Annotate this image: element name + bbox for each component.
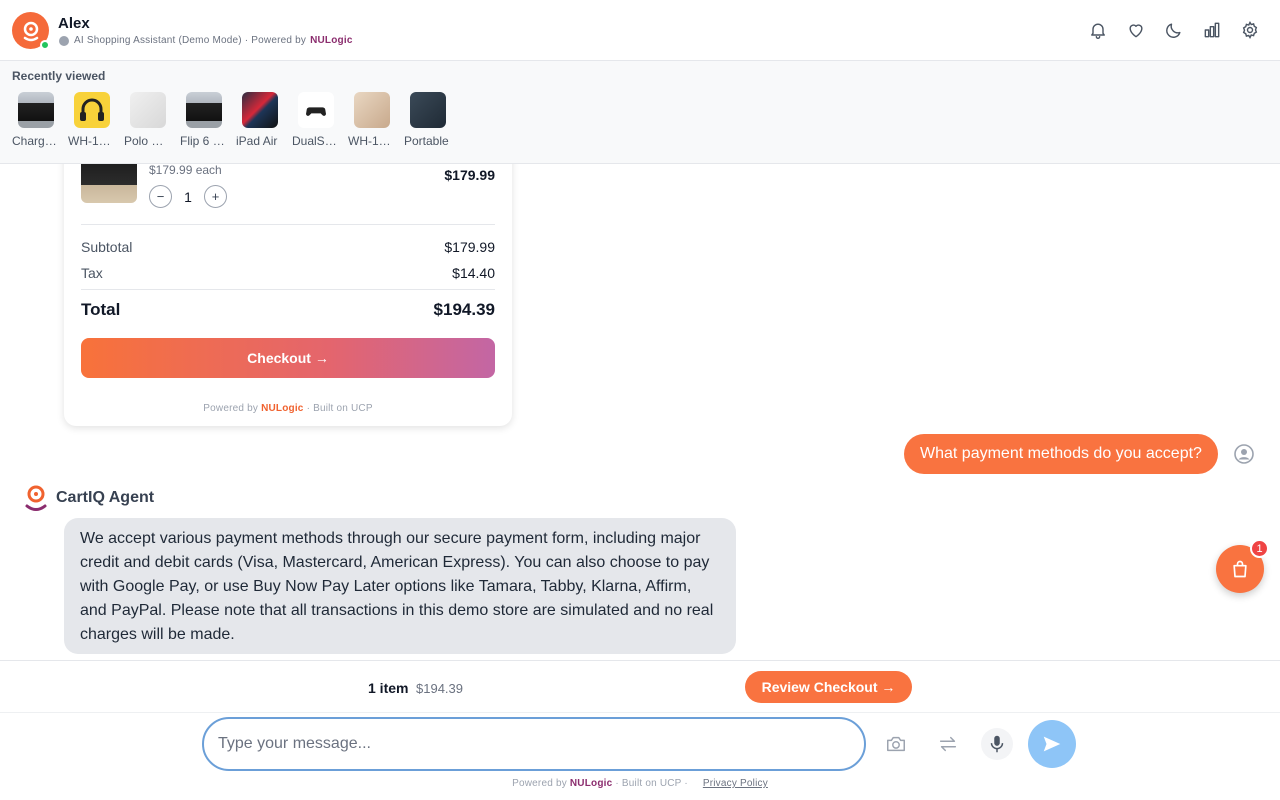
recently-viewed-list: Charge 5 WH-1000XM5 Polo Ralph Flip 6 Sp…	[12, 92, 452, 148]
agent-logo-icon	[25, 485, 47, 511]
microphone-button[interactable]	[981, 728, 1013, 760]
message-input[interactable]	[202, 717, 866, 771]
nulogic-logo-icon	[23, 21, 38, 41]
powered-brand: NULogic	[261, 403, 304, 414]
privacy-policy-link[interactable]: Privacy Policy	[703, 778, 768, 789]
recently-viewed-bar: Recently viewed Charge 5 WH-1000XM5 Polo…	[0, 61, 1280, 164]
recent-item[interactable]: Flip 6 Speaker	[180, 92, 228, 148]
shopping-bag-icon	[1233, 560, 1247, 578]
bar-chart-icon[interactable]	[1202, 20, 1222, 40]
divider	[81, 224, 495, 225]
cart-count-badge: 1	[1250, 539, 1269, 558]
camera-button[interactable]	[880, 728, 912, 760]
recent-item[interactable]: Charge 5	[12, 92, 60, 148]
recent-item-label: iPad Air	[236, 134, 278, 148]
cart-item-count: 1 item	[368, 680, 409, 696]
subtotal-label: Subtotal	[81, 239, 133, 255]
powered-suffix: · Built on UCP	[306, 403, 373, 414]
user-message-bubble: What payment methods do you accept?	[904, 434, 1218, 474]
total-row: Total $194.39	[81, 300, 495, 320]
recent-item-label: DualSense	[292, 134, 340, 148]
tax-label: Tax	[81, 265, 103, 281]
recent-item[interactable]: iPad Air	[236, 92, 284, 148]
product-thumbnail	[130, 92, 166, 128]
increase-quantity-button[interactable]: +	[204, 185, 227, 208]
recent-item-label: Portable	[404, 134, 449, 148]
footer-brand: NULogic	[569, 778, 613, 789]
product-thumbnail	[18, 92, 54, 128]
bell-icon[interactable]	[1088, 20, 1108, 40]
recent-item[interactable]: Polo Ralph	[124, 92, 172, 148]
product-thumbnail	[186, 92, 222, 128]
cart-item-image	[81, 158, 137, 203]
user-avatar-icon	[1234, 444, 1254, 464]
send-button[interactable]	[1028, 720, 1076, 768]
agent-message-bubble: We accept various payment methods throug…	[64, 518, 736, 654]
checkout-button[interactable]: Checkout →	[81, 338, 495, 378]
subtotal-row: Subtotal $179.99	[81, 239, 495, 255]
recent-item-label: WH-1000XM5	[68, 134, 116, 148]
recent-item[interactable]: Portable	[404, 92, 452, 148]
tax-row: Tax $14.40	[81, 265, 495, 281]
cart-summary-card: $179.99 each $179.99 − 1 + Subtotal $179…	[64, 120, 512, 426]
brand-name: NULogic	[310, 35, 353, 46]
recent-item-label: Polo Ralph	[124, 134, 172, 148]
switch-button[interactable]	[932, 728, 964, 760]
product-thumbnail	[74, 92, 110, 128]
powered-prefix: Powered by	[203, 403, 259, 414]
header-subtitle: AI Shopping Assistant (Demo Mode) · Powe…	[59, 35, 353, 46]
agent-name: CartIQ Agent	[56, 489, 155, 506]
microphone-icon	[990, 735, 1004, 753]
swap-arrows-icon	[939, 736, 957, 752]
review-checkout-button[interactable]: Review Checkout →	[745, 671, 912, 703]
app-header: Alex AI Shopping Assistant (Demo Mode) ·…	[0, 0, 1280, 61]
product-thumbnail	[298, 92, 334, 128]
header-actions	[1088, 20, 1260, 40]
recent-item-label: Flip 6 Speaker	[180, 134, 228, 148]
info-icon	[59, 35, 69, 46]
gear-icon[interactable]	[1240, 20, 1260, 40]
card-powered-by: Powered by NULogic · Built on UCP	[64, 403, 512, 414]
quantity-value: 1	[184, 188, 192, 205]
recent-item[interactable]: WH-1000XM5	[68, 92, 116, 148]
product-thumbnail	[242, 92, 278, 128]
divider	[81, 289, 495, 290]
online-status-dot	[40, 40, 50, 50]
subtitle-text: AI Shopping Assistant (Demo Mode) · Powe…	[74, 35, 307, 46]
footer-suffix: · Built on UCP ·	[615, 778, 688, 789]
footer-prefix: Powered by	[512, 778, 567, 789]
subtotal-value: $179.99	[444, 239, 495, 255]
heart-icon[interactable]	[1126, 20, 1146, 40]
cart-summary-bar: 1 item $194.39 Review Checkout →	[0, 660, 1280, 713]
recently-viewed-title: Recently viewed	[12, 69, 106, 83]
cart-total-price: $194.39	[416, 681, 463, 696]
camera-icon	[887, 736, 905, 752]
user-name: Alex	[58, 15, 90, 32]
recent-item[interactable]: DualSense	[292, 92, 340, 148]
tax-value: $14.40	[452, 265, 495, 281]
total-label: Total	[81, 300, 121, 319]
send-icon	[1043, 736, 1061, 752]
total-value: $194.39	[433, 300, 495, 319]
decrease-quantity-button[interactable]: −	[149, 185, 172, 208]
moon-icon[interactable]	[1164, 20, 1184, 40]
product-thumbnail	[354, 92, 390, 128]
cart-item-line-price: $179.99	[444, 167, 495, 183]
page-footer: Powered by NULogic · Built on UCP · Priv…	[0, 778, 1280, 789]
recent-item-label: WH-1000XM4	[348, 134, 396, 148]
cart-item-unit-price: $179.99 each	[149, 163, 222, 177]
product-thumbnail	[410, 92, 446, 128]
recent-item[interactable]: WH-1000XM4	[348, 92, 396, 148]
recent-item-label: Charge 5	[12, 134, 60, 148]
quantity-stepper: − 1 +	[149, 185, 227, 208]
